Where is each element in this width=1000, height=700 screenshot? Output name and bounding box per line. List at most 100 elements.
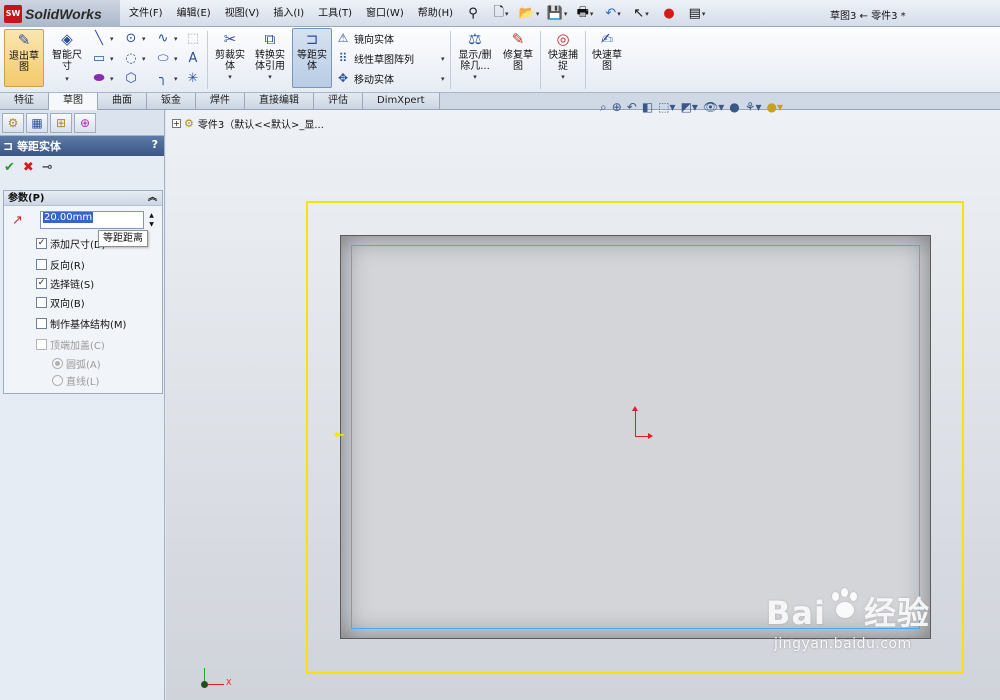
print-icon[interactable]: 🖶 ▾ — [574, 4, 596, 24]
point-icon[interactable]: ✳ — [184, 69, 202, 87]
hide-show-items-icon[interactable]: 👁▾ — [703, 100, 724, 114]
undo-icon[interactable]: ↶ ▾ — [602, 4, 624, 24]
zoom-to-fit-icon[interactable]: ⌕ — [600, 100, 607, 115]
move-entities-button[interactable]: ✥ 移动实体 — [335, 69, 394, 87]
check-icon[interactable]: ✔ — [4, 160, 15, 175]
edit-appearance-icon[interactable]: ● — [729, 100, 739, 114]
spline-icon[interactable]: ∿ — [154, 29, 172, 47]
arc-icon[interactable]: ◌ — [122, 49, 140, 67]
convert-entities-button[interactable]: ⧉ 转换实体引用 ▾ — [250, 29, 290, 87]
chevron-down-icon[interactable]: ▾ — [174, 35, 178, 43]
quick-snaps-button[interactable]: ◎ 快速捕捉 ▾ — [543, 29, 583, 87]
linear-pattern-button[interactable]: ⠿ 线性草图阵列 — [335, 49, 414, 67]
menu-help[interactable]: 帮助(H) — [411, 0, 460, 27]
menu-tools[interactable]: 工具(T) — [311, 0, 359, 27]
ellipse-icon[interactable]: ⬭ — [154, 49, 172, 67]
menu-view[interactable]: 视图(V) — [218, 0, 267, 27]
parameters-group-header[interactable]: 参数(P) ︽ — [4, 191, 162, 206]
display-delete-relations-button[interactable]: ⚖ 显示/删除几... ▾ — [454, 29, 496, 87]
display-style-icon[interactable]: ◩▾ — [681, 100, 698, 114]
tab-sketch[interactable]: 草图 — [49, 93, 98, 110]
spin-down-icon[interactable]: ▼ — [146, 220, 157, 229]
offset-distance-input[interactable]: 20.00mm — [40, 211, 144, 229]
construction-geometry-icon[interactable]: ⬚ — [184, 29, 202, 47]
chevron-down-icon[interactable]: ▾ — [174, 55, 178, 63]
chevron-down-icon[interactable]: ▾ — [142, 35, 146, 43]
save-icon[interactable]: 💾 ▾ — [546, 4, 568, 24]
chevron-down-icon[interactable]: ▾ — [110, 55, 114, 63]
pin-icon[interactable]: ⊸ — [42, 160, 53, 175]
circle-icon[interactable]: ⊙ — [122, 29, 140, 47]
select-arrow-icon[interactable]: ↖ ▾ — [630, 4, 652, 24]
help-icon[interactable]: ? — [152, 138, 158, 151]
text-icon[interactable]: A — [184, 49, 202, 67]
app-logo[interactable]: SW SolidWorks — [0, 0, 120, 27]
chevron-down-icon[interactable]: ▾ — [110, 75, 114, 83]
pushpin-icon[interactable]: ⚲ — [462, 4, 484, 24]
select-chain-option[interactable]: 选择链(S) — [36, 276, 94, 291]
chevron-down-icon[interactable]: ▾ — [268, 72, 272, 83]
tab-dimxpert[interactable]: DimXpert — [363, 93, 440, 109]
offset-entities-button[interactable]: ⊐ 等距实体 — [292, 28, 332, 88]
previous-view-icon[interactable]: ↶ — [627, 100, 637, 114]
spin-up-icon[interactable]: ▲ — [146, 211, 157, 220]
chevron-down-icon[interactable]: ▾ — [110, 35, 114, 43]
distance-spinner[interactable]: ▲ ▼ — [146, 211, 157, 229]
tab-sheet-metal[interactable]: 钣金 — [147, 93, 196, 109]
view-orientation-icon[interactable]: ⬚▾ — [658, 100, 675, 114]
add-dimensions-option[interactable]: 添加尺寸(D) — [36, 236, 106, 251]
property-manager-tab-icon[interactable]: ▦ — [26, 112, 48, 133]
chevron-down-icon[interactable]: ▾ — [441, 75, 445, 83]
menu-window[interactable]: 窗口(W) — [359, 0, 411, 27]
select-chain-checkbox[interactable] — [36, 277, 47, 289]
feature-tree-flyout[interactable]: + ⚙ 零件3（默认<<默认>_显... — [172, 116, 324, 131]
add-dimensions-checkbox[interactable] — [36, 237, 47, 249]
chevron-down-icon[interactable]: ▾ — [142, 55, 146, 63]
tab-evaluate[interactable]: 评估 — [314, 93, 363, 109]
chevron-down-icon[interactable]: ▾ — [174, 75, 178, 83]
reverse-option[interactable]: 反向(R) — [36, 257, 85, 272]
tab-surfaces[interactable]: 曲面 — [98, 93, 147, 109]
slot-icon[interactable]: ⬬ — [90, 69, 108, 87]
dimxpert-manager-tab-icon[interactable]: ⊕ — [74, 112, 96, 133]
chevron-down-icon[interactable]: ▾ — [441, 55, 445, 63]
collapse-icon[interactable]: ︽ — [148, 191, 157, 206]
configuration-manager-tab-icon[interactable]: ⊞ — [50, 112, 72, 133]
mirror-entities-button[interactable]: ⚠ 镜向实体 — [335, 29, 394, 47]
reverse-checkbox[interactable] — [36, 258, 47, 270]
polygon-icon[interactable]: ⬡ — [122, 69, 140, 87]
exit-sketch-button[interactable]: ✎ 退出草图 — [4, 29, 44, 87]
feature-manager-tab-icon[interactable]: ⚙ — [2, 112, 24, 133]
chevron-down-icon[interactable]: ▾ — [65, 74, 69, 85]
close-icon[interactable]: ✖ — [23, 160, 34, 175]
view-settings-icon[interactable]: ●▾ — [766, 100, 783, 114]
menu-edit[interactable]: 编辑(E) — [170, 0, 218, 27]
tab-weldments[interactable]: 焊件 — [196, 93, 245, 109]
options-icon[interactable]: ▤ ▾ — [686, 4, 708, 24]
bi-directional-option[interactable]: 双向(B) — [36, 295, 85, 310]
chevron-down-icon[interactable]: ▾ — [473, 72, 477, 83]
tab-features[interactable]: 特征 — [0, 93, 49, 109]
bi-directional-checkbox[interactable] — [36, 296, 47, 308]
base-construction-option[interactable]: 制作基体结构(M) — [36, 316, 126, 331]
rectangle-icon[interactable]: ▭ — [90, 49, 108, 67]
smart-dimension-button[interactable]: ◈ 智能尺寸 ▾ — [48, 29, 86, 87]
graphics-area[interactable]: + ⚙ 零件3（默认<<默认>_显... ⌕ ⊕ ↶ ◧ ⬚▾ ◩▾ 👁▾ ● … — [166, 100, 1000, 700]
apply-scene-icon[interactable]: ⚘▾ — [745, 100, 762, 114]
chevron-down-icon[interactable]: ▾ — [561, 72, 565, 83]
tab-direct-editing[interactable]: 直接编辑 — [245, 93, 314, 109]
trim-entities-button[interactable]: ✂ 剪裁实体 ▾ — [212, 29, 248, 87]
menu-file[interactable]: 文件(F) — [122, 0, 170, 27]
fillet-icon[interactable]: ╮ — [154, 69, 172, 87]
open-folder-icon[interactable]: 📂 ▾ — [518, 4, 540, 24]
new-document-icon[interactable]: 🗋 ▾ — [490, 4, 512, 24]
rebuild-icon[interactable]: ● — [658, 4, 680, 24]
offset-direction-arrow-icon[interactable]: ← — [334, 428, 345, 443]
rapid-sketch-button[interactable]: ✍ 快速草图 — [588, 29, 626, 87]
expand-icon[interactable]: + — [172, 119, 181, 128]
menu-insert[interactable]: 插入(I) — [266, 0, 311, 27]
line-icon[interactable]: ╲ — [90, 29, 108, 47]
zoom-to-area-icon[interactable]: ⊕ — [612, 100, 622, 114]
sketch-rectangle[interactable] — [351, 245, 920, 629]
base-construction-checkbox[interactable] — [36, 317, 47, 329]
